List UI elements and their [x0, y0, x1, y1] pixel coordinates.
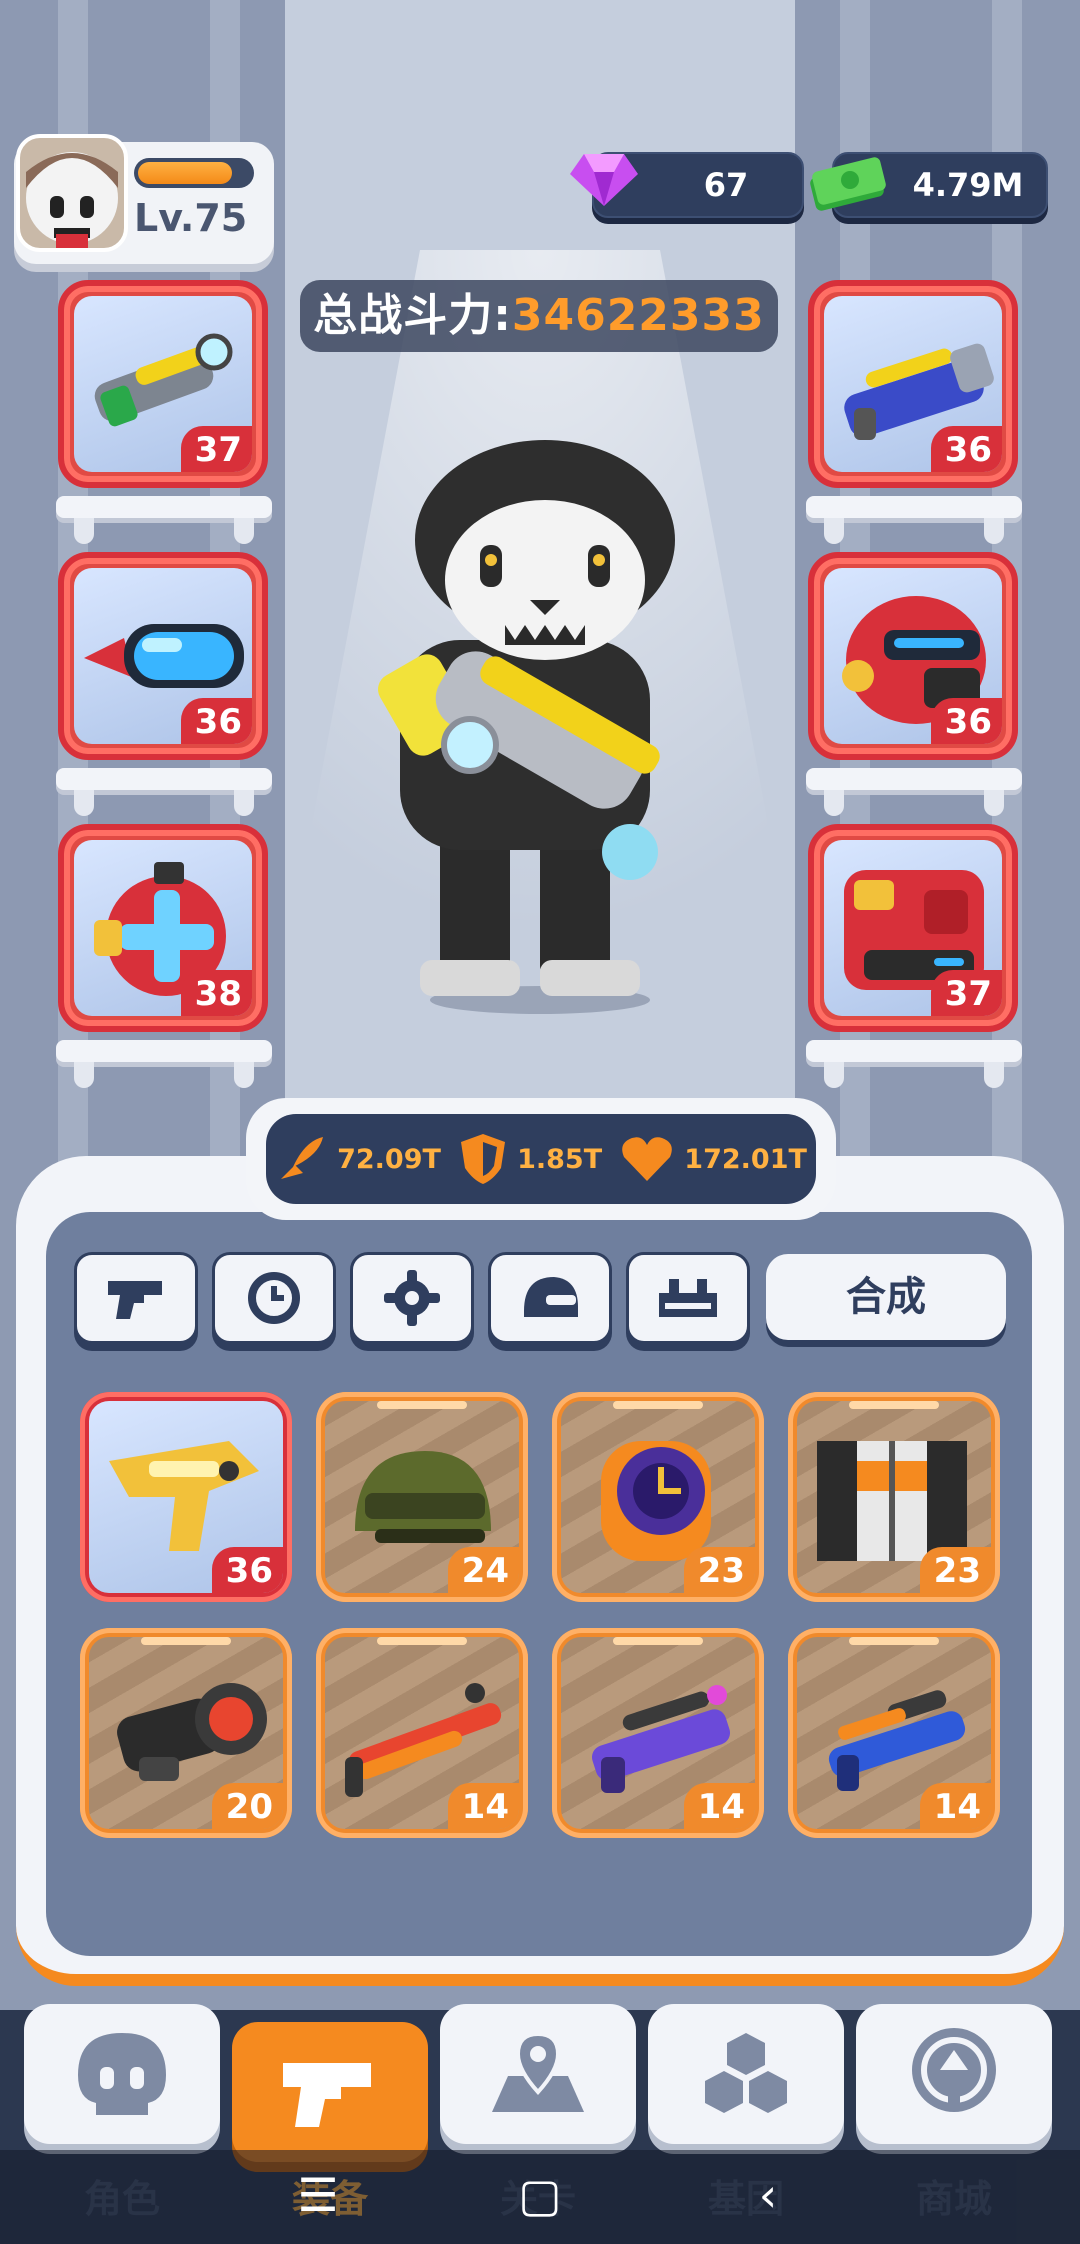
shelf — [56, 1040, 272, 1088]
watch-icon — [248, 1272, 300, 1324]
item-level: 24 — [447, 1547, 519, 1593]
tab-weapon[interactable] — [74, 1252, 198, 1344]
armor-icon — [659, 1279, 717, 1317]
item-level: 36 — [930, 426, 1002, 472]
item-topbar — [141, 1637, 231, 1645]
gem-icon — [570, 154, 638, 206]
item-level: 14 — [447, 1783, 519, 1829]
item-level: 14 — [683, 1783, 755, 1829]
nav-equipment-button[interactable] — [232, 2022, 428, 2162]
item-level: 20 — [211, 1783, 283, 1829]
skull-avatar-icon — [26, 152, 118, 248]
rocket-attack-icon — [281, 1137, 324, 1179]
tab-helmet[interactable] — [488, 1252, 612, 1344]
recent-apps-icon[interactable]: ☰ — [278, 2168, 358, 2222]
nav-character-button[interactable] — [24, 2004, 220, 2144]
item-topbar — [849, 1401, 939, 1409]
item-topbar — [377, 1637, 467, 1645]
equipped-slot-launcher[interactable]: 36 — [808, 280, 1018, 488]
item-level: 23 — [919, 1547, 991, 1593]
equipped-slot-goggles[interactable]: 36 — [58, 552, 268, 760]
item-topbar — [613, 1401, 703, 1409]
inventory-item[interactable]: 14 — [788, 1628, 1000, 1838]
gun-icon — [108, 1281, 162, 1319]
avatar[interactable] — [16, 134, 128, 252]
gem-count: 67 — [703, 166, 749, 204]
cash-icon — [810, 157, 886, 211]
total-power-label: 总战斗力: — [313, 290, 512, 341]
shelf — [806, 768, 1022, 816]
total-power-value: 34622333 — [511, 290, 765, 341]
equipped-slot-gadget[interactable]: 38 — [58, 824, 268, 1032]
heart-icon — [622, 1137, 673, 1181]
item-topbar — [613, 1637, 703, 1645]
shelf — [806, 496, 1022, 544]
item-topbar — [377, 1401, 467, 1409]
inventory-item[interactable]: 23 — [788, 1392, 1000, 1602]
inventory-item[interactable]: 14 — [316, 1628, 528, 1838]
total-power: 总战斗力:34622333 — [300, 280, 778, 352]
item-level: 36 — [930, 698, 1002, 744]
defense-value: 1.85T — [517, 1143, 603, 1175]
tab-armor[interactable] — [626, 1252, 750, 1344]
attack-stat: 72.09T — [275, 1133, 441, 1185]
inventory-item[interactable]: 23 — [552, 1392, 764, 1602]
tab-watch[interactable] — [212, 1252, 336, 1344]
inventory-item[interactable]: 20 — [80, 1628, 292, 1838]
shield-icon — [461, 1134, 506, 1184]
tab-gear[interactable] — [350, 1252, 474, 1344]
health-value: 172.01T — [684, 1143, 807, 1175]
nav-shop-button[interactable] — [856, 2004, 1052, 2144]
helmet-icon — [524, 1277, 578, 1317]
shelf — [56, 768, 272, 816]
compose-button[interactable]: 合成 — [766, 1254, 1006, 1340]
inventory-item[interactable]: 14 — [552, 1628, 764, 1838]
shelf — [806, 1040, 1022, 1088]
item-level: 23 — [683, 1547, 755, 1593]
player-level: Lv.75 — [134, 196, 248, 240]
xp-bar-fill — [138, 162, 233, 184]
map-icon — [492, 2031, 584, 2112]
equipped-slot-armor[interactable]: 37 — [808, 824, 1018, 1032]
defense-stat: 1.85T — [459, 1132, 602, 1186]
equipped-slot-weapon[interactable]: 37 — [58, 280, 268, 488]
shop-icon — [912, 2028, 996, 2112]
item-level: 36 — [211, 1547, 283, 1593]
shelf — [56, 496, 272, 544]
stats-bar: 72.09T 1.85T 172.01T — [266, 1114, 816, 1204]
item-level: 38 — [180, 970, 252, 1016]
item-level: 37 — [930, 970, 1002, 1016]
inventory-item[interactable]: 24 — [316, 1392, 528, 1602]
item-level: 36 — [180, 698, 252, 744]
item-level: 37 — [180, 426, 252, 472]
back-icon[interactable]: ‹ — [728, 2168, 808, 2222]
attack-value: 72.09T — [337, 1143, 441, 1175]
nav-gene-button[interactable] — [648, 2004, 844, 2144]
equipped-slot-helmet[interactable]: 36 — [808, 552, 1018, 760]
gun-icon — [283, 2063, 371, 2127]
nav-stage-button[interactable] — [440, 2004, 636, 2144]
skull-icon — [78, 2033, 166, 2115]
xp-bar — [134, 158, 254, 188]
home-icon[interactable]: ▢ — [500, 2168, 580, 2222]
item-level: 14 — [919, 1783, 991, 1829]
inventory-item[interactable]: 36 — [80, 1392, 292, 1602]
gear-icon — [384, 1270, 440, 1326]
item-topbar — [849, 1637, 939, 1645]
hexagon-icon — [705, 2033, 787, 2113]
health-stat: 172.01T — [620, 1135, 807, 1183]
